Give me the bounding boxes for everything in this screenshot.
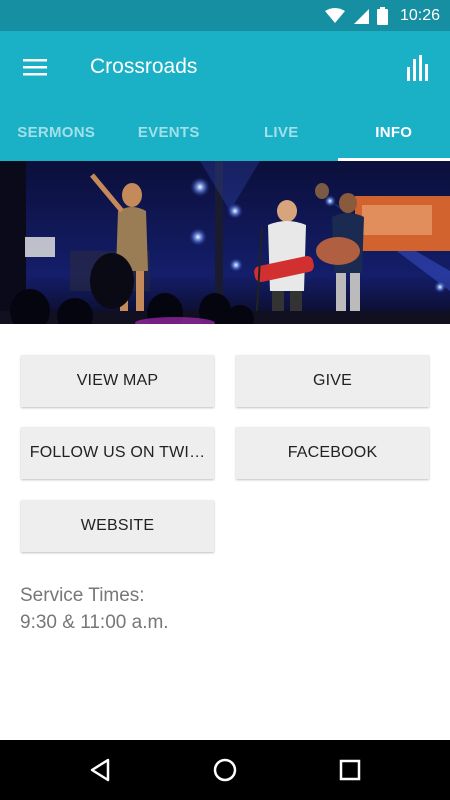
- recents-icon[interactable]: [335, 755, 365, 785]
- service-times-value: 9:30 & 11:00 a.m.: [20, 612, 169, 633]
- app-title: Crossroads: [90, 55, 198, 78]
- cell-signal-icon: [353, 8, 369, 24]
- facebook-button[interactable]: FACEBOOK: [236, 427, 429, 479]
- tab-sermons[interactable]: SERMONS: [0, 103, 113, 161]
- menu-icon[interactable]: [22, 55, 48, 79]
- tab-live[interactable]: LIVE: [225, 103, 338, 161]
- tab-bar: SERMONS EVENTS LIVE INFO: [0, 103, 450, 161]
- service-times-label: Service Times:: [20, 585, 145, 606]
- status-bar: 10:26: [0, 0, 450, 31]
- tab-events[interactable]: EVENTS: [113, 103, 226, 161]
- home-icon[interactable]: [210, 755, 240, 785]
- status-time: 10:26: [399, 6, 440, 24]
- hero-image: [0, 161, 450, 324]
- service-times: Service Times: 9:30 & 11:00 a.m.: [20, 582, 169, 636]
- app-bar: Crossroads: [0, 31, 450, 103]
- system-nav-bar: [0, 740, 450, 800]
- give-button[interactable]: GIVE: [236, 355, 429, 407]
- battery-icon: [376, 6, 388, 25]
- back-icon[interactable]: [85, 755, 115, 785]
- wifi-icon: [324, 7, 345, 24]
- tab-info[interactable]: INFO: [337, 103, 450, 161]
- bar-chart-icon[interactable]: [406, 53, 432, 81]
- twitter-button[interactable]: FOLLOW US ON TWI…: [21, 427, 214, 479]
- website-button[interactable]: WEBSITE: [21, 500, 214, 552]
- view-map-button[interactable]: VIEW MAP: [21, 355, 214, 407]
